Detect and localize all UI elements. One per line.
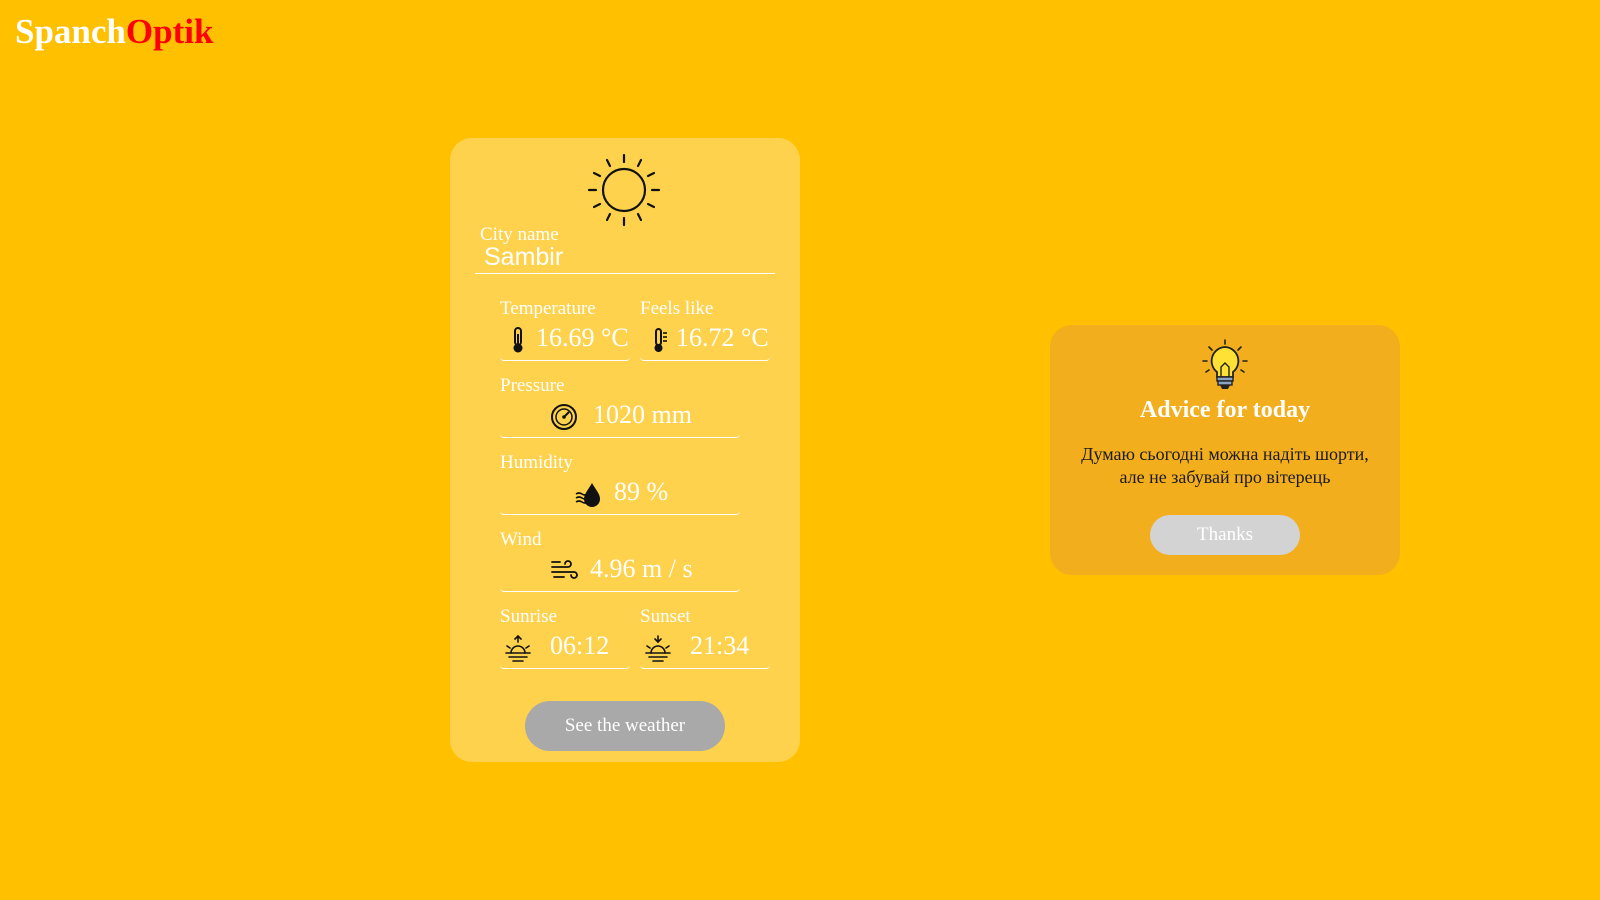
humidity-box: 89 %	[500, 476, 740, 515]
wind-label: Wind	[500, 529, 542, 550]
advice-title: Advice for today	[1139, 397, 1311, 423]
feels-like-field: Feels like 16.72 °C	[640, 298, 770, 362]
thermometer-icon	[513, 327, 523, 353]
sun-icon	[587, 153, 661, 227]
gauge-icon	[551, 404, 577, 430]
logo: SpanchOptik	[15, 14, 213, 49]
sunrise-box: 06:12	[500, 630, 630, 669]
wind-icon	[551, 560, 578, 579]
logo-part-spanch: Spanch	[15, 12, 126, 51]
temperature-label: Temperature	[500, 298, 596, 319]
see-the-weather-button[interactable]: See the weather	[525, 701, 725, 751]
sunrise-field: Sunrise 06:12	[500, 606, 630, 670]
temperature-field: Temperature 16.69 °C	[500, 298, 630, 362]
city-name-input[interactable]	[475, 242, 775, 274]
temperature-value: 16.69 °C	[536, 323, 629, 352]
pressure-value: 1020 mm	[593, 400, 692, 429]
feels-like-label: Feels like	[640, 298, 714, 319]
sunset-box: 21:34	[640, 630, 770, 669]
feels-like-value: 16.72 °C	[676, 323, 769, 352]
sunset-icon	[645, 635, 671, 662]
feels-like-box: 16.72 °C	[640, 322, 770, 361]
sunset-field: Sunset 21:34	[640, 606, 770, 670]
advice-card: Advice for today Думаю сьогодні можна на…	[1050, 325, 1400, 575]
thermometer-icon	[654, 328, 667, 352]
sunrise-icon	[505, 634, 531, 662]
weather-card: City name Temperature 16.69 °C Feels lik…	[450, 138, 800, 762]
humidity-value: 89 %	[614, 477, 669, 506]
humidity-icon	[575, 483, 600, 507]
temperature-box: 16.69 °C	[500, 322, 630, 361]
sunrise-label: Sunrise	[500, 606, 557, 627]
pressure-box: 1020 mm	[500, 399, 740, 438]
pressure-field: Pressure 1020 mm	[500, 375, 740, 439]
pressure-label: Pressure	[500, 375, 565, 396]
thanks-button[interactable]: Thanks	[1150, 515, 1300, 555]
advice-text: Думаю сьогодні можна надіть шорти, але н…	[1081, 444, 1369, 487]
sunset-label: Sunset	[640, 606, 691, 627]
sunrise-value: 06:12	[550, 631, 610, 660]
wind-value: 4.96 m / s	[590, 554, 693, 583]
wind-box: 4.96 m / s	[500, 553, 740, 592]
humidity-field: Humidity 89 %	[500, 452, 740, 516]
humidity-label: Humidity	[500, 452, 573, 473]
lightbulb-icon	[1202, 339, 1248, 389]
sunset-value: 21:34	[690, 631, 750, 660]
logo-part-optik: Optik	[125, 12, 214, 51]
wind-field: Wind 4.96 m / s	[500, 529, 740, 593]
